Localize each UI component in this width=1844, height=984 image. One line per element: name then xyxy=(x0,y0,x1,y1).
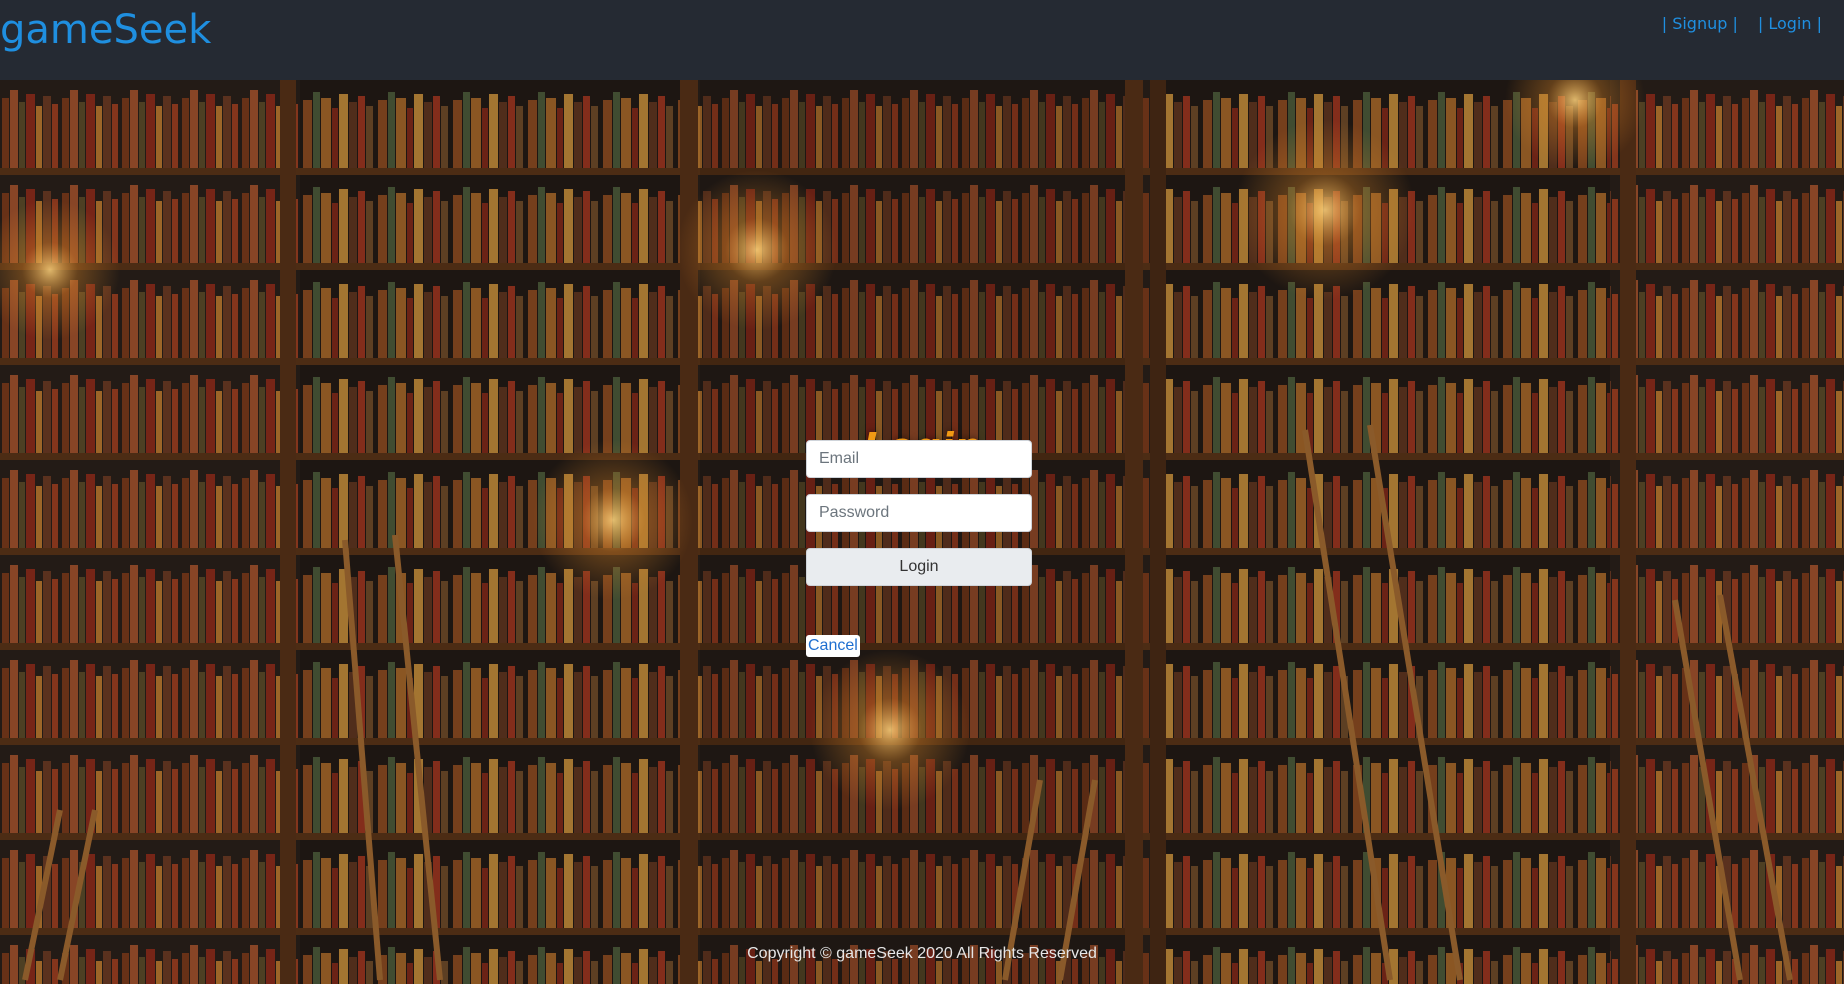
password-input[interactable] xyxy=(806,494,1032,532)
navbar: gameSeek | Signup | | Login | xyxy=(0,0,1844,80)
library-background: Login xyxy=(0,80,1844,984)
email-input[interactable] xyxy=(806,440,1032,478)
brand-logo-link[interactable]: gameSeek xyxy=(0,6,211,54)
login-link[interactable]: | Login | xyxy=(1758,14,1822,33)
nav-links: | Signup | | Login | xyxy=(1662,14,1822,33)
footer-copyright: Copyright © gameSeek 2020 All Rights Res… xyxy=(747,945,1097,962)
signup-link[interactable]: | Signup | xyxy=(1662,14,1738,33)
login-submit-button[interactable]: Login xyxy=(806,548,1032,586)
bookshelf-illustration xyxy=(0,80,1844,984)
cancel-link[interactable]: Cancel xyxy=(806,635,860,657)
